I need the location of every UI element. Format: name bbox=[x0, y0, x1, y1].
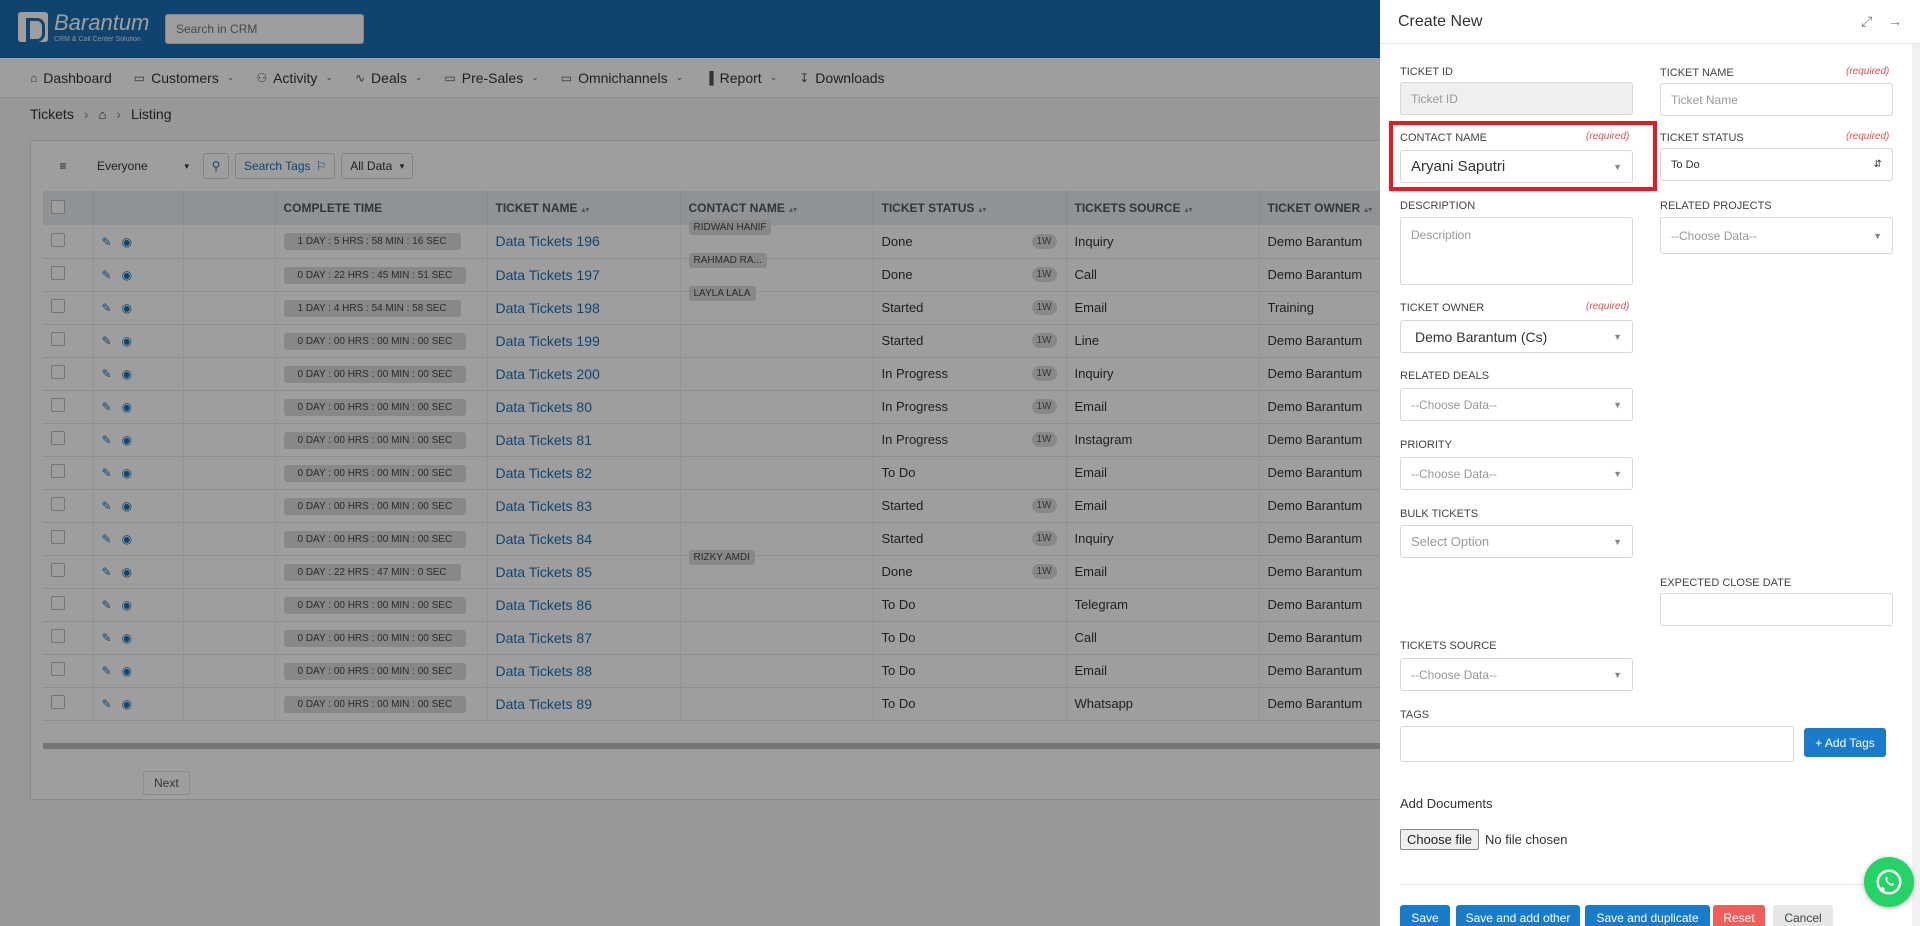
whatsapp-chat-button[interactable] bbox=[1864, 857, 1914, 907]
sort-updown-icon: ⇵ bbox=[1873, 159, 1882, 170]
related-deals-select[interactable]: --Choose Data-- ▼ bbox=[1400, 388, 1633, 421]
no-file-label: No file chosen bbox=[1485, 832, 1568, 847]
panel-header: Create New ⤢ → bbox=[1380, 0, 1920, 44]
ticket-name-label: TICKET NAME bbox=[1660, 67, 1734, 79]
caret-down-icon: ▼ bbox=[1613, 468, 1622, 479]
add-documents-title: Add Documents bbox=[1400, 796, 1493, 811]
ticket-status-required: (required) bbox=[1846, 131, 1890, 142]
priority-label: PRIORITY bbox=[1400, 439, 1452, 451]
tags-input[interactable] bbox=[1400, 726, 1794, 762]
ticket-status-select[interactable]: To Do ⇵ bbox=[1660, 148, 1893, 181]
save-and-add-other-button[interactable]: Save and add other bbox=[1456, 905, 1580, 926]
bulk-tickets-label: BULK TICKETS bbox=[1400, 508, 1479, 520]
caret-down-icon: ▼ bbox=[1613, 669, 1622, 680]
reset-button[interactable]: Reset bbox=[1713, 905, 1765, 926]
related-projects-label: RELATED PROJECTS bbox=[1660, 200, 1772, 212]
priority-select[interactable]: --Choose Data-- ▼ bbox=[1400, 457, 1633, 490]
panel-title: Create New bbox=[1398, 12, 1483, 30]
file-chooser: Choose file No file chosen bbox=[1400, 829, 1567, 850]
ticket-owner-select[interactable]: Demo Barantum (Cs) ▼ bbox=[1400, 320, 1633, 353]
caret-down-icon: ▼ bbox=[1613, 331, 1622, 342]
ticket-name-required: (required) bbox=[1846, 66, 1890, 77]
choose-file-button[interactable]: Choose file bbox=[1400, 829, 1480, 850]
save-button[interactable]: Save bbox=[1400, 905, 1450, 926]
related-projects-select[interactable]: --Choose Data-- ▼ bbox=[1660, 217, 1893, 254]
footer-divider bbox=[1400, 884, 1894, 885]
tickets-source-select[interactable]: --Choose Data-- ▼ bbox=[1400, 658, 1633, 691]
expected-close-date-input[interactable] bbox=[1660, 593, 1893, 626]
ticket-status-label: TICKET STATUS bbox=[1660, 132, 1744, 144]
add-tags-button[interactable]: + Add Tags bbox=[1804, 728, 1886, 757]
bulk-tickets-select[interactable]: Select Option ▼ bbox=[1400, 525, 1633, 558]
expected-close-date-label: EXPECTED CLOSE DATE bbox=[1660, 577, 1792, 589]
expand-icon[interactable]: ⤢ bbox=[1861, 13, 1872, 29]
ticket-owner-label: TICKET OWNER bbox=[1400, 302, 1485, 314]
tickets-source-label: TICKETS SOURCE bbox=[1400, 640, 1497, 652]
panel-scrollbar[interactable] bbox=[1912, 44, 1920, 926]
contact-name-highlight bbox=[1389, 121, 1657, 191]
whatsapp-icon bbox=[1876, 869, 1902, 895]
save-and-duplicate-button[interactable]: Save and duplicate bbox=[1585, 905, 1710, 926]
caret-down-icon: ▼ bbox=[1873, 230, 1882, 241]
ticket-id-field[interactable]: Ticket ID bbox=[1400, 82, 1633, 115]
related-deals-label: RELATED DEALS bbox=[1400, 370, 1490, 382]
caret-down-icon: ▼ bbox=[1613, 536, 1622, 547]
ticket-name-input[interactable]: Ticket Name bbox=[1660, 83, 1893, 116]
cancel-button[interactable]: Cancel bbox=[1773, 905, 1833, 926]
caret-down-icon: ▼ bbox=[1613, 399, 1622, 410]
tags-label: TAGS bbox=[1400, 709, 1430, 721]
close-panel-icon[interactable]: → bbox=[1888, 13, 1902, 29]
description-label: DESCRIPTION bbox=[1400, 200, 1476, 212]
ticket-owner-required: (required) bbox=[1586, 301, 1630, 312]
description-textarea[interactable]: Description bbox=[1400, 217, 1633, 285]
ticket-id-label: TICKET ID bbox=[1400, 66, 1453, 78]
